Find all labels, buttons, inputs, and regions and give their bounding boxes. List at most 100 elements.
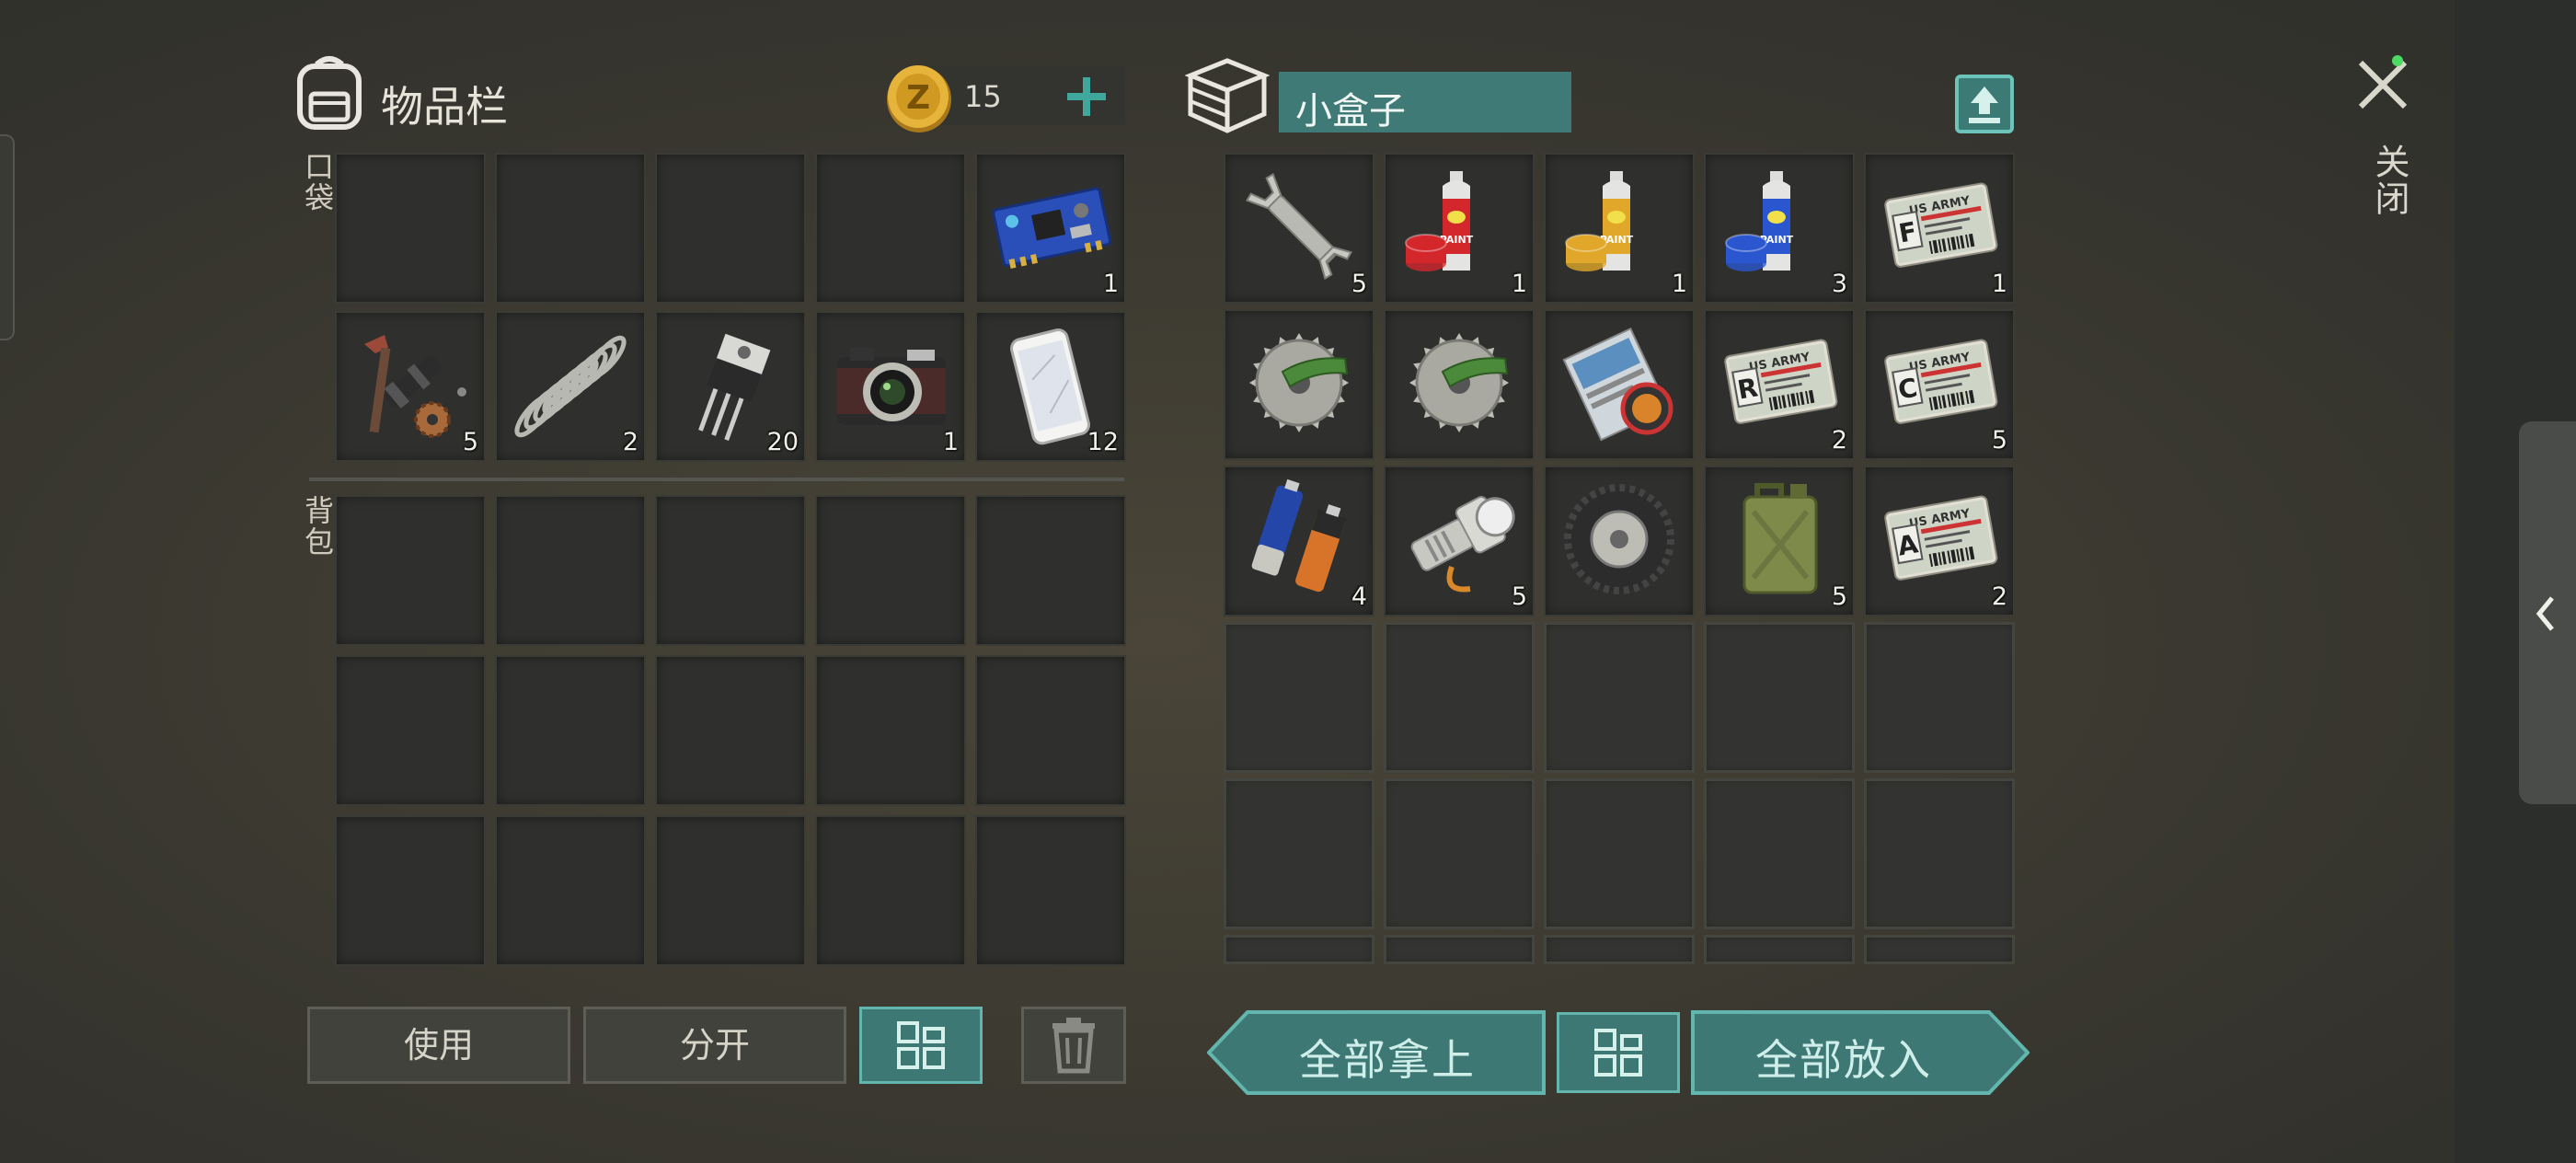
- grid-sort-icon: [897, 1021, 945, 1069]
- backpack-slot[interactable]: [655, 655, 806, 806]
- pocket-slot[interactable]: 5: [335, 311, 486, 462]
- close-button[interactable]: 关闭: [2346, 48, 2420, 232]
- use-button[interactable]: 使用: [307, 1007, 570, 1084]
- container-slot[interactable]: US ARMY C 5: [1864, 309, 2015, 460]
- container-slot[interactable]: [1704, 778, 1855, 929]
- add-coins-button[interactable]: [1065, 75, 1108, 118]
- backpack-slot[interactable]: [655, 815, 806, 966]
- backpack-slot[interactable]: [495, 655, 646, 806]
- container-slot[interactable]: [1544, 778, 1695, 929]
- backpack-slot[interactable]: [975, 815, 1126, 966]
- item-count: 20: [766, 428, 799, 456]
- container-slot[interactable]: [1224, 935, 1374, 964]
- container-slot[interactable]: [1544, 935, 1695, 964]
- container-slot[interactable]: [1384, 778, 1535, 929]
- item-count: 2: [1991, 582, 2007, 611]
- container-slot[interactable]: US ARMY A 2: [1864, 466, 2015, 616]
- split-button[interactable]: 分开: [583, 1007, 846, 1084]
- backpack-label: 背包: [300, 495, 335, 558]
- backpack-slot[interactable]: [335, 815, 486, 966]
- container-slot[interactable]: [1544, 622, 1695, 773]
- backpack-slot[interactable]: [815, 815, 966, 966]
- container-name-field[interactable]: 小盒子: [1279, 72, 1571, 132]
- close-icon: [2358, 60, 2408, 109]
- container-slot[interactable]: [1704, 622, 1855, 773]
- backpack-slot[interactable]: [975, 495, 1126, 646]
- spray-paint-blue-icon: PAINT: [1725, 171, 1794, 271]
- camera-icon: [837, 348, 946, 425]
- backpack-slot[interactable]: [655, 495, 806, 646]
- backpack-slot[interactable]: [815, 655, 966, 806]
- container-slot[interactable]: US ARMY R 2: [1704, 309, 1855, 460]
- pocket-slot[interactable]: 1: [815, 311, 966, 462]
- army-card-a-icon: US ARMY A: [1884, 495, 1998, 581]
- container-slot[interactable]: 4: [1224, 466, 1374, 616]
- container-title: 小盒子: [1295, 90, 1406, 132]
- trash-icon: [1052, 1018, 1095, 1074]
- coin-count: 15: [964, 79, 1002, 114]
- take-all-label: 全部拿上: [1299, 1035, 1476, 1085]
- chevron-left-icon: [2536, 596, 2554, 631]
- spray-paint-red-icon: PAINT: [1405, 171, 1474, 271]
- tool-parts-icon: [364, 335, 466, 438]
- container-slot[interactable]: [1864, 622, 2015, 773]
- container-slot[interactable]: 5: [1704, 466, 1855, 616]
- container-slot[interactable]: [1224, 309, 1374, 460]
- item-count: 1: [1991, 270, 2007, 298]
- container-slot[interactable]: [1384, 622, 1535, 773]
- container-slot[interactable]: [1384, 309, 1535, 460]
- put-all-label: 全部放入: [1755, 1035, 1932, 1085]
- backpack-slot[interactable]: [815, 495, 966, 646]
- container-slot[interactable]: PAINT 1: [1384, 153, 1535, 304]
- left-edge-tab: [0, 134, 15, 340]
- army-card-r-icon: US ARMY R: [1724, 339, 1838, 424]
- container-slot[interactable]: US ARMY F 1: [1864, 153, 2015, 304]
- pocket-slot[interactable]: 12: [975, 311, 1126, 462]
- backpack-slot[interactable]: [495, 495, 646, 646]
- container-slot[interactable]: [1384, 935, 1535, 964]
- pocket-slot[interactable]: [335, 153, 486, 304]
- item-count: 1: [1671, 270, 1687, 298]
- container-slot[interactable]: [1864, 935, 2015, 964]
- backpack-slot[interactable]: [975, 655, 1126, 806]
- put-all-button[interactable]: 全部放入: [1691, 1010, 2030, 1095]
- notification-dot: [2392, 55, 2403, 66]
- wrench-icon: [1245, 172, 1353, 281]
- item-count: 1: [1102, 270, 1119, 298]
- trash-button[interactable]: [1021, 1007, 1126, 1084]
- sort-button[interactable]: [859, 1007, 983, 1084]
- tire-icon: [1564, 484, 1674, 594]
- smartphone-icon: [1010, 328, 1091, 445]
- container-slot[interactable]: [1864, 778, 2015, 929]
- pocket-slot[interactable]: 2: [495, 311, 646, 462]
- collapse-tab[interactable]: [2519, 421, 2576, 804]
- take-all-button[interactable]: 全部拿上: [1207, 1010, 1546, 1095]
- backpack-slot[interactable]: [335, 495, 486, 646]
- container-slot[interactable]: [1704, 935, 1855, 964]
- container-sort-button[interactable]: [1557, 1012, 1680, 1093]
- pocket-slot[interactable]: [655, 153, 806, 304]
- pocket-slot[interactable]: 1: [975, 153, 1126, 304]
- container-slot[interactable]: [1224, 778, 1374, 929]
- container-slot[interactable]: [1224, 622, 1374, 773]
- upload-button[interactable]: [1954, 74, 2015, 134]
- item-count: 3: [1831, 270, 1847, 298]
- container-slot[interactable]: PAINT 3: [1704, 153, 1855, 304]
- pocket-slot[interactable]: 20: [655, 311, 806, 462]
- backpack-slot[interactable]: [495, 815, 646, 966]
- batteries-icon: [1251, 478, 1347, 593]
- pocket-slot[interactable]: [815, 153, 966, 304]
- close-label: 关闭: [2369, 144, 2409, 217]
- backpack-slot[interactable]: [335, 655, 486, 806]
- container-slot[interactable]: 5: [1224, 153, 1374, 304]
- flashlight-icon: [1410, 496, 1515, 593]
- item-count: 5: [1991, 426, 2007, 455]
- backpack-icon: [291, 52, 368, 132]
- container-slot[interactable]: 5: [1384, 466, 1535, 616]
- container-slot[interactable]: PAINT 1: [1544, 153, 1695, 304]
- container-slot[interactable]: [1544, 466, 1695, 616]
- container-slot[interactable]: [1544, 309, 1695, 460]
- pocket-slot[interactable]: [495, 153, 646, 304]
- spray-paint-yellow-icon: PAINT: [1565, 171, 1634, 271]
- item-count: 12: [1087, 428, 1119, 456]
